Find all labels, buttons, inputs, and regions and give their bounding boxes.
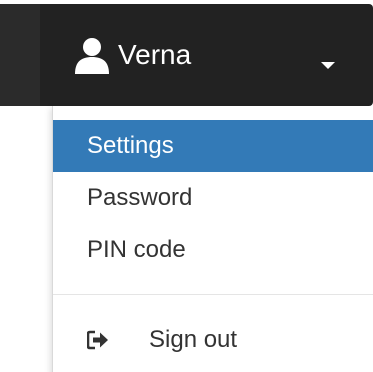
menu-item-sign-out[interactable]: Sign out [53, 314, 373, 366]
user-icon [75, 38, 109, 74]
caret-down-icon [321, 62, 335, 69]
menu-divider [53, 294, 373, 295]
header-edge [0, 4, 40, 106]
menu-item-pin-code[interactable]: PIN code [53, 224, 373, 276]
menu-item-label: Password [87, 184, 193, 211]
menu-item-settings[interactable]: Settings [53, 120, 373, 172]
sign-out-label: Sign out [149, 326, 238, 353]
page: Verna Settings Password PIN code Sign ou… [0, 0, 373, 372]
menu-item-label: PIN code [87, 236, 186, 263]
sign-out-icon [87, 330, 108, 350]
menu-item-password[interactable]: Password [53, 172, 373, 224]
user-header-bar: Verna [0, 4, 373, 106]
menu-item-label: Settings [87, 132, 174, 159]
user-menu-toggle[interactable]: Verna [40, 4, 373, 106]
user-dropdown-menu: Settings Password PIN code Sign out [52, 106, 373, 372]
username-label: Verna [118, 39, 192, 70]
